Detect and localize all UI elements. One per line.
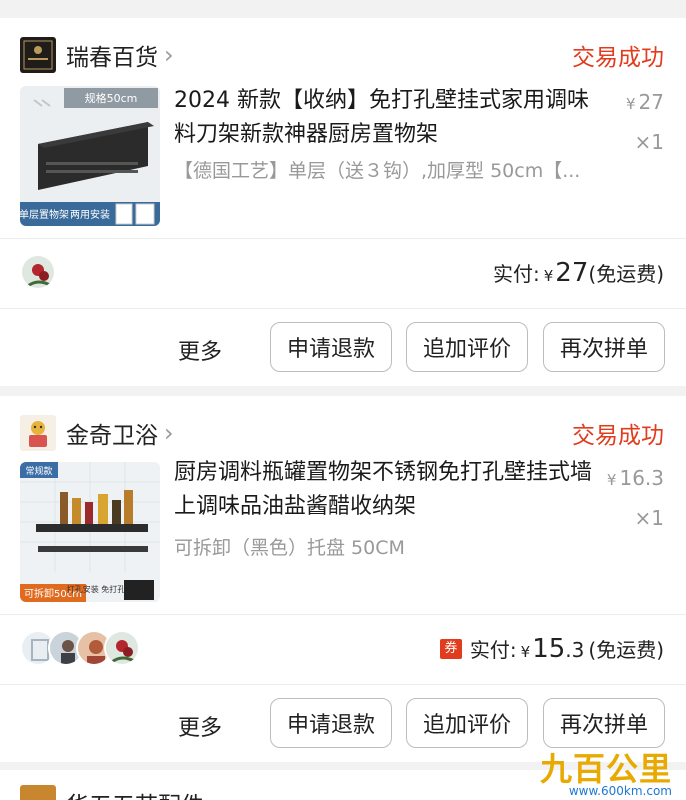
reorder-button[interactable]: 再次拼单 [543, 322, 665, 372]
shop-name[interactable]: 华五五苗配件 [66, 786, 204, 800]
avatar [104, 630, 140, 666]
product-sku: 【德国工艺】单层（送３钩）,加厚型 50cm【... [174, 160, 581, 182]
order-status: 交易成功 [572, 45, 664, 71]
shop-header[interactable]: 金奇卫浴 › [20, 414, 174, 452]
product-title[interactable]: 2024 新款【收纳】免打孔壁挂式家用调味料刀架新款神器厨房置物架 [174, 84, 594, 152]
product-sku: 可拆卸（黑色）托盘 50CM [174, 537, 405, 559]
product-title[interactable]: 厨房调料瓶罐置物架不锈钢免打孔壁挂式墙上调味品油盐酱醋收纳架 [174, 456, 594, 524]
divider [0, 238, 686, 239]
product-quantity: ×1 [634, 130, 664, 154]
avatar [20, 254, 56, 290]
reviewer-avatars[interactable] [20, 630, 140, 666]
divider [0, 308, 686, 309]
request-refund-button[interactable]: 申请退款 [270, 322, 392, 372]
chevron-right-icon[interactable]: › [164, 43, 174, 67]
shop-name[interactable]: 瑞春百货 [66, 38, 158, 72]
order-status: 交易成功 [572, 423, 664, 449]
order-card: 瑞春百货 › 交易成功 规格50cm 单层置物架 两用安装 2024 新款【收纳… [0, 18, 686, 386]
shop-name[interactable]: 金奇卫浴 [66, 416, 158, 450]
shop-header[interactable]: 华五五苗配件 [20, 784, 204, 800]
product-price: ¥27 [626, 90, 664, 114]
chevron-right-icon[interactable]: › [164, 421, 174, 445]
product-price: ¥16.3 [606, 466, 664, 490]
add-review-button[interactable]: 追加评价 [406, 322, 528, 372]
reviewer-avatars[interactable] [20, 254, 56, 290]
order-card: 金奇卫浴 › 交易成功 常规款 可拆卸50cm 打孔安装 免打孔安装 厨房调料瓶… [0, 396, 686, 762]
product-thumbnail[interactable]: 常规款 可拆卸50cm 打孔安装 免打孔安装 [20, 462, 160, 602]
product-thumbnail[interactable]: 规格50cm 单层置物架 两用安装 [20, 86, 160, 226]
coupon-icon: 券 [439, 639, 462, 659]
request-refund-button[interactable]: 申请退款 [270, 698, 392, 748]
product-quantity: ×1 [634, 506, 664, 530]
paid-amount: 券 实付: ¥ 15.3 (免运费) [439, 634, 664, 664]
reorder-button[interactable]: 再次拼单 [543, 698, 665, 748]
svg-text:常规款: 常规款 [25, 465, 52, 477]
svg-text:规格50cm: 规格50cm [85, 91, 138, 105]
paid-amount: 实付: ¥ 27 (免运费) [493, 258, 664, 288]
svg-text:单层置物架: 单层置物架 [20, 208, 69, 221]
divider [0, 614, 686, 615]
shop-logo [20, 37, 56, 73]
shop-logo [20, 415, 56, 451]
watermark-url: www.600km.com [568, 784, 672, 798]
shop-logo [20, 785, 56, 800]
divider [0, 684, 686, 685]
svg-text:两用安装: 两用安装 [70, 208, 110, 221]
more-button[interactable]: 更多 [178, 334, 222, 366]
add-review-button[interactable]: 追加评价 [406, 698, 528, 748]
more-button[interactable]: 更多 [178, 710, 222, 742]
watermark-logo: 九百公里 www.600km.com [540, 744, 678, 800]
shop-header[interactable]: 瑞春百货 › [20, 36, 174, 74]
